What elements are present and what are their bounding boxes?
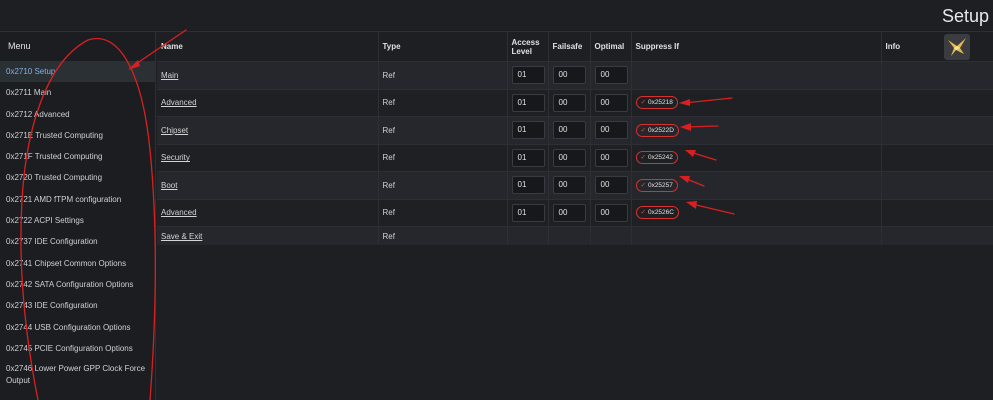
check-icon: ✓ [640,181,646,189]
col-header-type[interactable]: Type [378,32,508,62]
suppress-if-chip[interactable]: ✓ 0x2526C [635,206,679,220]
suppress-if-value: 0x25242 [647,154,673,162]
menu-item-usb[interactable]: 0x2744 USB Configuration Options [0,317,155,338]
row-name-link[interactable]: Main [161,71,178,80]
table-row: Advanced Ref 01 00 00 ✓ 0x2526C [157,198,993,227]
page-title: Setup [941,6,989,26]
menu-item-pcie[interactable]: 0x2745 PCIE Configuration Options [0,338,155,359]
optimal-field[interactable]: 00 [594,121,628,140]
table-row: Chipset Ref 01 00 00 ✓ 0x2522D [157,116,993,144]
failsafe-field[interactable]: 00 [552,176,586,195]
check-icon: ✓ [640,99,646,107]
suppress-if-chip[interactable]: ✓ 0x2522D [635,123,679,137]
info-cell [881,198,993,227]
col-header-failsafe[interactable]: Failsafe [548,32,591,62]
menu-item-amd-ftpm[interactable]: 0x2721 AMD fTPM configuration [0,189,155,210]
row-type: Ref [378,88,508,117]
optimal-field[interactable]: 00 [594,148,628,167]
row-name-link[interactable]: Advanced [161,98,197,107]
col-header-optimal[interactable]: Optimal [590,32,632,62]
optimal-field[interactable]: 00 [594,93,628,112]
form-table-area: Name Type Access Level Failsafe Optimal … [157,32,993,245]
failsafe-field[interactable]: 00 [552,66,586,85]
row-type: Ref [378,198,508,227]
table-row: Advanced Ref 01 00 00 ✓ 0x25218 [157,88,993,117]
col-header-access-level[interactable]: Access Level [507,32,549,62]
optimal-field[interactable]: 00 [594,203,628,222]
menu-item-setup[interactable]: 0x2710 Setup [0,61,155,83]
table-header-row: Name Type Access Level Failsafe Optimal … [157,32,993,62]
table-row: Security Ref 01 00 00 ✓ 0x25242 [157,143,993,172]
menu-item-main[interactable]: 0x2711 Main [0,82,155,103]
menu-item-sata[interactable]: 0x2742 SATA Configuration Options [0,274,155,295]
col-header-name[interactable]: Name [157,32,379,62]
menu-item-ide-2[interactable]: 0x2743 IDE Configuration [0,295,155,316]
suppress-if-value: 0x25218 [647,99,673,107]
access-level-field[interactable]: 01 [511,176,545,195]
suppress-if-chip[interactable]: ✓ 0x25242 [635,151,678,165]
row-type: Ref [378,61,508,89]
info-cell [881,88,993,117]
row-type: Ref [378,116,508,144]
info-cell [881,171,993,199]
menu-list: 0x2710 Setup 0x2711 Main 0x2712 Advanced… [0,61,155,387]
menu-item-ide-1[interactable]: 0x2737 IDE Configuration [0,231,155,252]
col-header-suppress-if[interactable]: Suppress If [631,32,882,62]
menu-item-gpp-clock[interactable]: 0x2746 Lower Power GPP Clock Force Outpu… [0,359,155,387]
row-name-link[interactable]: Boot [161,181,177,190]
menu-item-trusted-computing-2[interactable]: 0x271F Trusted Computing [0,146,155,167]
row-name-link[interactable]: Advanced [161,208,197,217]
menu-item-trusted-computing-3[interactable]: 0x2720 Trusted Computing [0,167,155,188]
menu-item-trusted-computing-1[interactable]: 0x271E Trusted Computing [0,125,155,146]
menu-item-chipset-common[interactable]: 0x2741 Chipset Common Options [0,253,155,274]
menu-item-advanced[interactable]: 0x2712 Advanced [0,104,155,125]
failsafe-field[interactable]: 00 [552,203,586,222]
access-level-field[interactable]: 01 [511,66,545,85]
row-type: Ref [378,171,508,199]
table-row: Boot Ref 01 00 00 ✓ 0x25257 [157,171,993,199]
suppress-if-cell [631,61,882,89]
sidebar: Menu 0x2710 Setup 0x2711 Main 0x2712 Adv… [0,32,156,400]
suppress-if-value: 0x2522D [647,126,674,134]
access-level-cell [507,226,549,245]
suppress-if-cell [631,226,882,245]
access-level-field[interactable]: 01 [511,121,545,140]
suppress-if-value: 0x2526C [647,209,674,217]
optimal-field[interactable]: 00 [594,66,628,85]
check-icon: ✓ [640,154,646,162]
col-header-info[interactable]: Info [881,32,993,62]
check-icon: ✓ [640,126,646,134]
failsafe-field[interactable]: 00 [552,121,586,140]
info-cell [881,116,993,144]
info-cell [881,143,993,172]
row-name-link[interactable]: Chipset [161,126,188,135]
app-window: Setup Menu 0x2710 Setup 0x2711 Main 0x27… [0,0,993,400]
suppress-if-chip[interactable]: ✓ 0x25257 [635,178,678,192]
access-level-field[interactable]: 01 [511,148,545,167]
bird-logo-icon [944,34,970,60]
failsafe-field[interactable]: 00 [552,93,586,112]
suppress-if-chip[interactable]: ✓ 0x25218 [635,96,678,110]
info-cell [881,61,993,89]
menu-title: Menu [8,41,31,51]
row-type: Ref [378,143,508,172]
suppress-if-value: 0x25257 [647,181,673,189]
failsafe-cell [548,226,591,245]
table-row: Save & Exit Ref [157,226,993,245]
menu-item-acpi[interactable]: 0x2722 ACPI Settings [0,210,155,231]
form-table: Name Type Access Level Failsafe Optimal … [157,32,993,245]
row-name-link[interactable]: Security [161,153,190,162]
info-cell [881,226,993,245]
optimal-cell [590,226,632,245]
failsafe-field[interactable]: 00 [552,148,586,167]
check-icon: ✓ [640,209,646,217]
access-level-field[interactable]: 01 [511,93,545,112]
access-level-field[interactable]: 01 [511,203,545,222]
row-name-link[interactable]: Save & Exit [161,232,202,241]
table-row: Main Ref 01 00 00 [157,61,993,89]
row-type: Ref [378,226,508,245]
optimal-field[interactable]: 00 [594,176,628,195]
